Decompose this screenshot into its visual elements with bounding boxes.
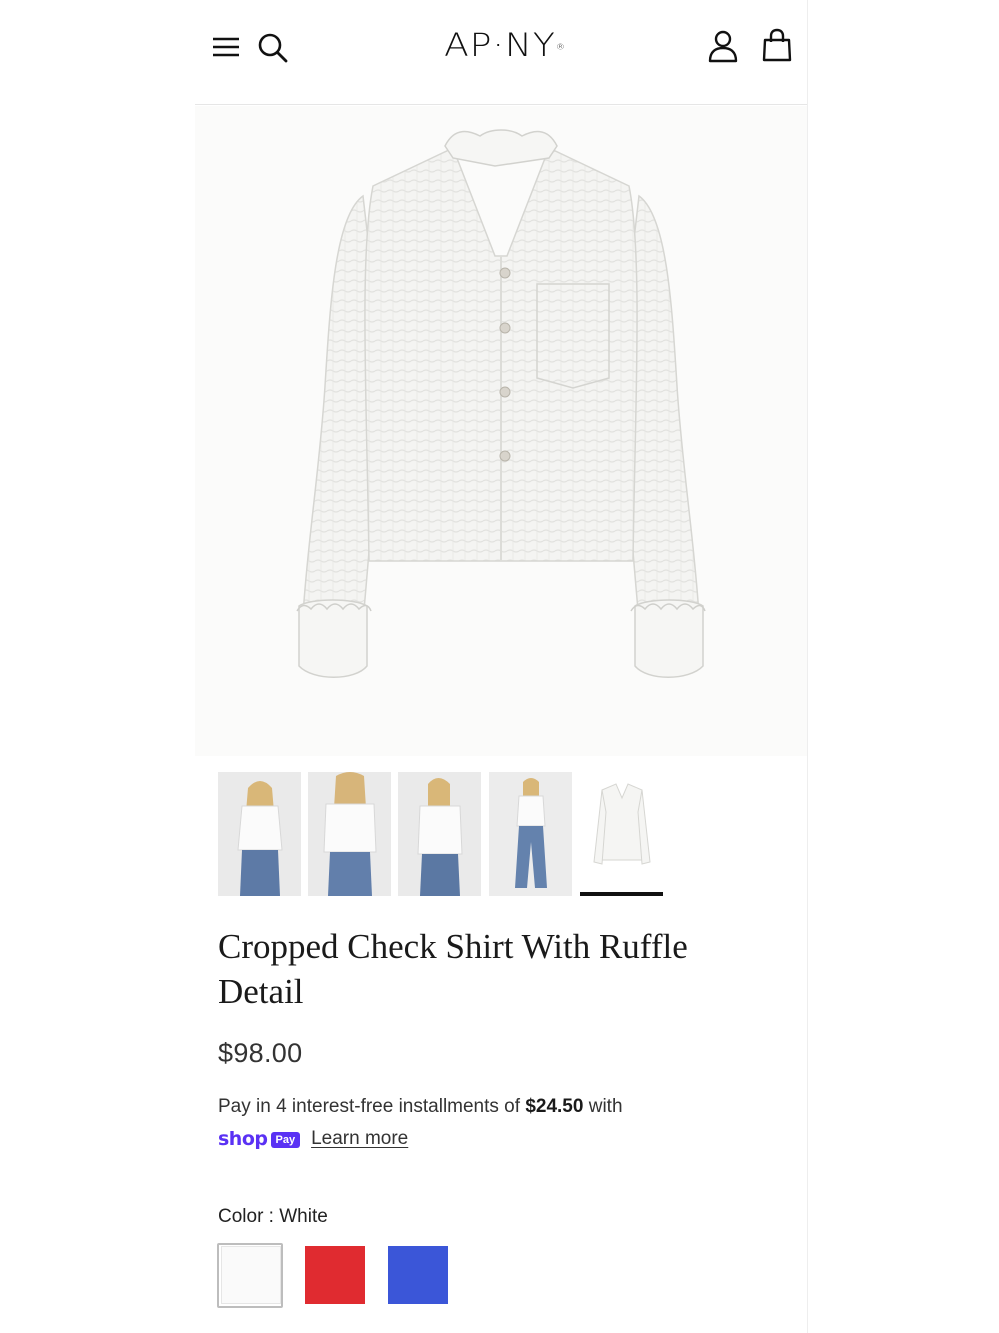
installments-amount: $24.50 (525, 1096, 584, 1117)
thumbnail-front-on-model[interactable] (218, 772, 301, 896)
color-label: Color : White (218, 1206, 328, 1227)
installments-text: Pay in 4 interest-free installments of $… (218, 1094, 778, 1120)
active-thumbnail-indicator (580, 892, 663, 896)
thumbnail-flat-product[interactable] (580, 772, 663, 896)
logo-text: AP·NY (444, 27, 556, 65)
product-page: AP·NY® Cropped Check Shirt With Ruffle D… (0, 0, 999, 1333)
menu-icon[interactable] (211, 33, 241, 61)
logo-mark: ® (555, 43, 566, 53)
page-edge-divider (807, 0, 808, 1333)
shop-pay-badge: Pay (270, 1132, 301, 1148)
color-swatch-blue[interactable] (388, 1246, 448, 1304)
thumbnail-strip (218, 772, 668, 898)
installments-prefix: Pay in 4 interest-free installments of (218, 1096, 526, 1117)
bag-icon[interactable] (761, 28, 793, 62)
installments-suffix: with (583, 1096, 623, 1117)
search-icon[interactable] (257, 31, 289, 63)
shop-pay-row: shop Pay Learn more (218, 1125, 408, 1153)
brand-logo[interactable]: AP·NY® (425, 28, 585, 64)
shop-pay-logo: shop (218, 1128, 268, 1150)
product-price: $98.00 (218, 1038, 303, 1068)
site-header: AP·NY® (195, 0, 807, 105)
learn-more-link[interactable]: Learn more (311, 1128, 408, 1150)
thumbnail-side-on-model[interactable] (398, 772, 481, 896)
account-icon[interactable] (707, 29, 739, 63)
thumbnail-back-on-model[interactable] (308, 772, 391, 896)
product-title: Cropped Check Shirt With Ruffle Detail (218, 927, 688, 1011)
shirt-illustration (296, 129, 706, 678)
main-product-image[interactable] (195, 106, 807, 756)
color-swatch-red[interactable] (305, 1246, 365, 1304)
color-swatch-white[interactable] (221, 1246, 281, 1304)
thumbnail-full-length-on-model[interactable] (489, 772, 572, 896)
